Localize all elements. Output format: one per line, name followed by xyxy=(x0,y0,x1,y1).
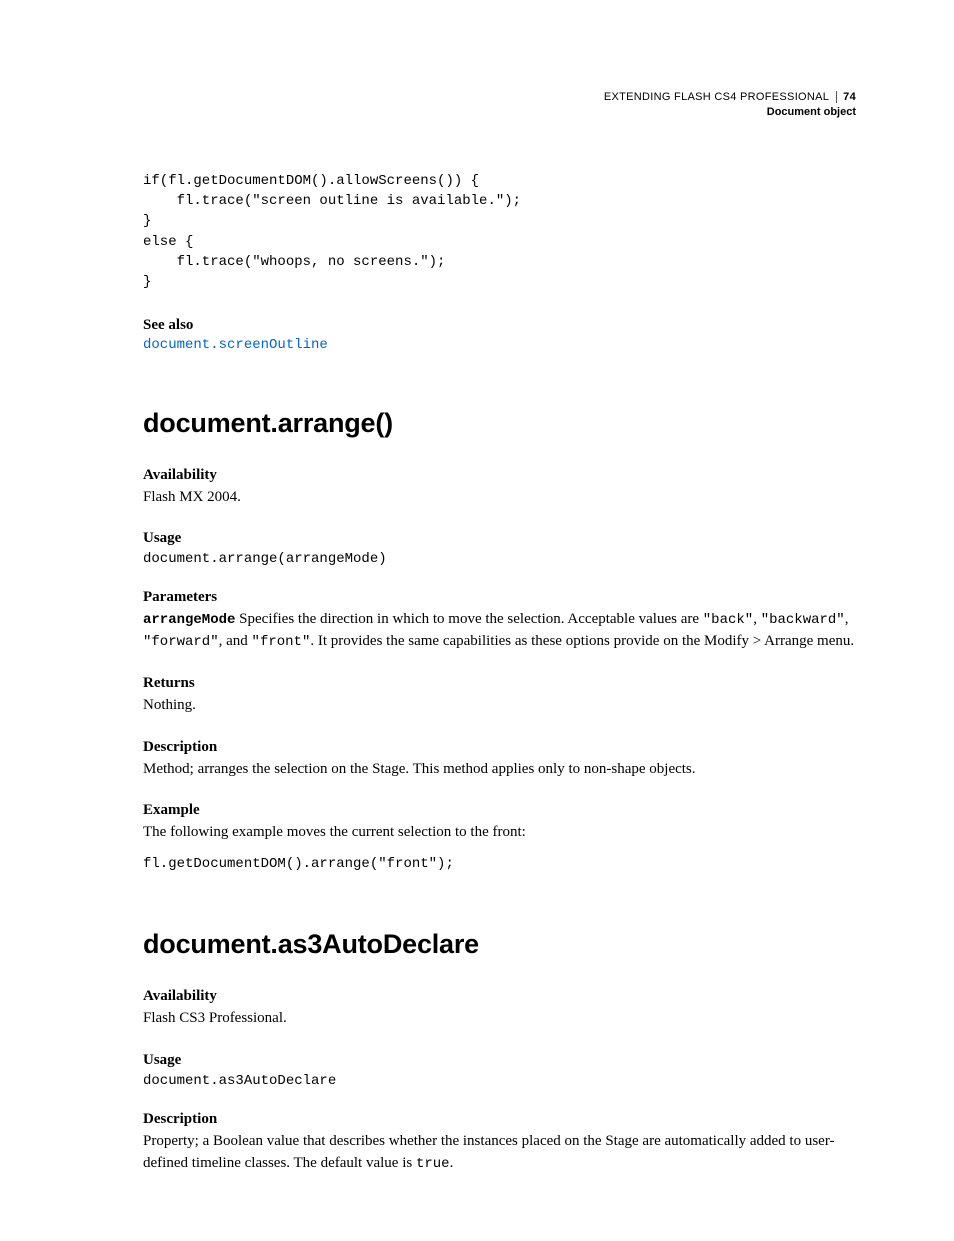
desc2-default-val: true xyxy=(416,1156,450,1172)
example-code: fl.getDocumentDOM().arrange("front"); xyxy=(143,854,856,874)
param-name-arrangemode: arrangeMode xyxy=(143,612,235,628)
description-text: Method; arranges the selection on the St… xyxy=(143,759,856,781)
desc2-text-a: Property; a Boolean value that describes… xyxy=(143,1133,835,1171)
example-heading: Example xyxy=(143,802,856,819)
description-text-2: Property; a Boolean value that describes… xyxy=(143,1131,856,1175)
usage-heading-2: Usage xyxy=(143,1052,856,1069)
see-also-links: document.screenOutline xyxy=(143,336,856,353)
param-sep1: , xyxy=(753,611,761,627)
param-val-front: "front" xyxy=(252,634,311,650)
see-also-heading: See also xyxy=(143,317,856,334)
example-text: The following example moves the current … xyxy=(143,822,856,844)
parameters-heading: Parameters xyxy=(143,589,856,606)
availability-text: Flash MX 2004. xyxy=(143,487,856,509)
param-val-backward: "backward" xyxy=(761,612,845,628)
description-heading-2: Description xyxy=(143,1111,856,1128)
description-heading: Description xyxy=(143,739,856,756)
param-val-forward: "forward" xyxy=(143,634,219,650)
header-doc-title: EXTENDING FLASH CS4 PROFESSIONAL xyxy=(604,91,829,103)
param-sep2: , xyxy=(845,611,849,627)
usage-heading: Usage xyxy=(143,530,856,547)
param-sep3: , and xyxy=(219,633,252,649)
returns-heading: Returns xyxy=(143,675,856,692)
link-screenoutline[interactable]: document.screenOutline xyxy=(143,337,328,353)
param-text-b: . It provides the same capabilities as t… xyxy=(310,633,854,649)
desc2-text-b: . xyxy=(450,1155,454,1171)
availability-text-2: Flash CS3 Professional. xyxy=(143,1008,856,1030)
returns-text: Nothing. xyxy=(143,695,856,717)
parameters-text: arrangeMode Specifies the direction in w… xyxy=(143,609,856,653)
section-heading-as3autodeclare: document.as3AutoDeclare xyxy=(143,929,856,960)
header-title-line: EXTENDING FLASH CS4 PROFESSIONAL 74 xyxy=(143,90,856,105)
usage-code-2: document.as3AutoDeclare xyxy=(143,1073,856,1089)
usage-code: document.arrange(arrangeMode) xyxy=(143,551,856,567)
page-content: EXTENDING FLASH CS4 PROFESSIONAL 74 Docu… xyxy=(0,0,954,1241)
code-block-allowscreens: if(fl.getDocumentDOM().allowScreens()) {… xyxy=(143,171,856,293)
availability-heading: Availability xyxy=(143,467,856,484)
param-val-back: "back" xyxy=(703,612,753,628)
availability-heading-2: Availability xyxy=(143,988,856,1005)
page-number: 74 xyxy=(836,91,856,103)
section-heading-arrange: document.arrange() xyxy=(143,408,856,439)
header-subtitle: Document object xyxy=(143,105,856,120)
page-header: EXTENDING FLASH CS4 PROFESSIONAL 74 Docu… xyxy=(143,90,856,121)
param-text-a: Specifies the direction in which to move… xyxy=(235,611,702,627)
